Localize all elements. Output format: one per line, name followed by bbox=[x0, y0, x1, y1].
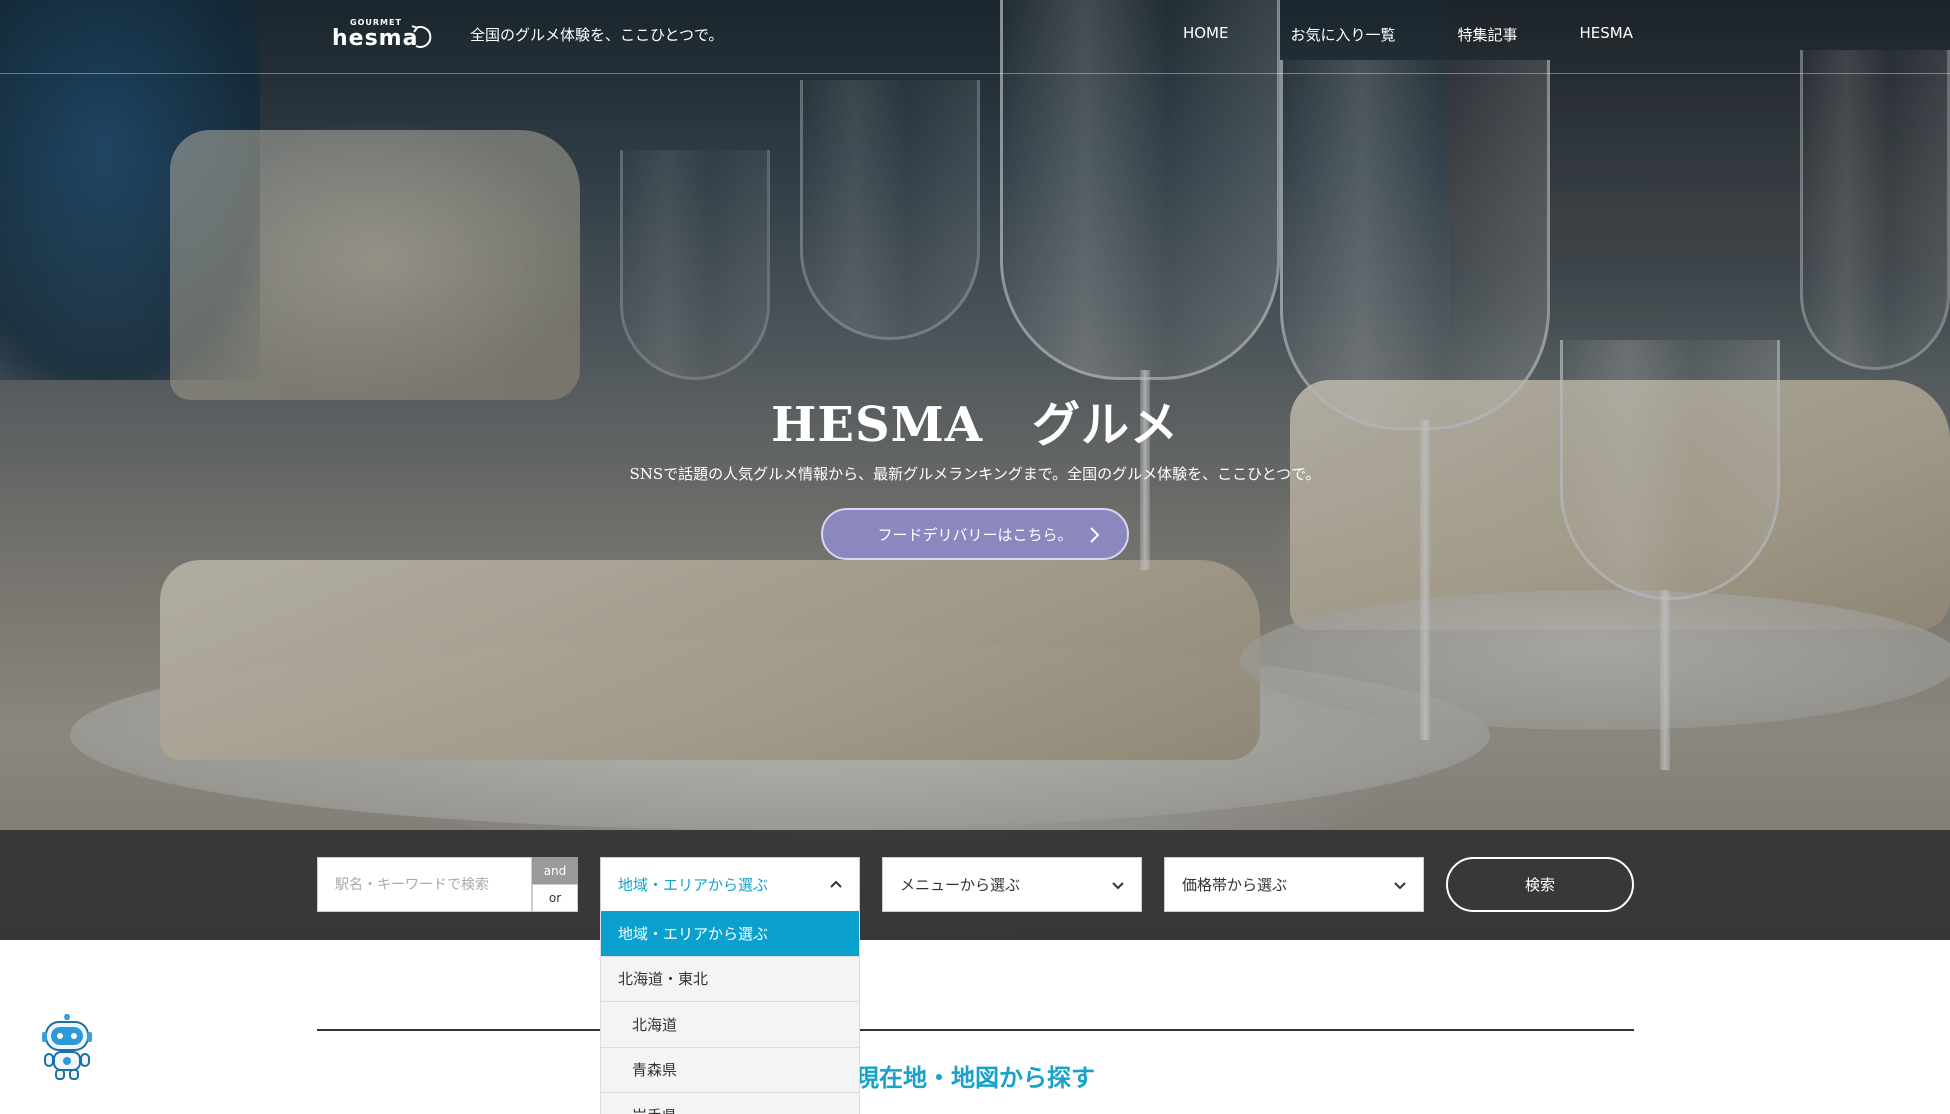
food-delivery-button[interactable]: フードデリバリーはこちら。 bbox=[821, 508, 1129, 560]
dropdown-option[interactable]: 青森県 bbox=[601, 1048, 859, 1093]
hero-title: HESMA グルメ bbox=[771, 397, 1179, 453]
nav-favorites[interactable]: お気に入り一覧 bbox=[1290, 24, 1395, 45]
dropdown-option[interactable]: 地域・エリアから選ぶ bbox=[601, 911, 859, 957]
chevron-up-icon bbox=[830, 880, 842, 888]
section-divider bbox=[317, 1029, 1634, 1031]
hesma-logo[interactable]: GOURMET hesma bbox=[332, 18, 440, 52]
dropdown-option[interactable]: 北海道・東北 bbox=[601, 957, 859, 1002]
site-header: GOURMET hesma 全国のグルメ体験を、ここひとつで。 HOME お気に… bbox=[0, 0, 1950, 74]
header-tagline: 全国のグルメ体験を、ここひとつで。 bbox=[470, 26, 724, 44]
section-title: 現在地・地図から探す bbox=[855, 1064, 1095, 1092]
area-dropdown-list: 地域・エリアから選ぶ 北海道・東北 北海道 青森県 岩手県 bbox=[600, 911, 860, 1114]
hero-subtitle: SNSで話題の人気グルメ情報から、最新グルメランキングまで。全国のグルメ体験を、… bbox=[629, 465, 1321, 483]
and-option[interactable]: and bbox=[532, 857, 578, 884]
nav-features[interactable]: 特集記事 bbox=[1458, 24, 1518, 45]
dropdown-option[interactable]: 岩手県 bbox=[601, 1093, 859, 1114]
and-or-toggle: and or bbox=[532, 857, 578, 912]
chevron-down-icon bbox=[1394, 882, 1406, 890]
chevron-right-icon bbox=[1090, 527, 1100, 543]
or-option[interactable]: or bbox=[532, 884, 578, 912]
cta-label: フードデリバリーはこちら。 bbox=[877, 525, 1073, 544]
dropdown-option[interactable]: 北海道 bbox=[601, 1002, 859, 1048]
robot-assistant-icon[interactable] bbox=[40, 1014, 94, 1080]
price-select-value: 価格帯から選ぶ bbox=[1182, 876, 1288, 894]
price-select[interactable]: 価格帯から選ぶ bbox=[1164, 857, 1424, 912]
logo-swirl-icon bbox=[411, 25, 432, 48]
menu-select-value: メニューから選ぶ bbox=[900, 876, 1021, 894]
nav-home[interactable]: HOME bbox=[1183, 24, 1229, 45]
nav-hesma[interactable]: HESMA bbox=[1580, 24, 1633, 45]
area-select-value: 地域・エリアから選ぶ bbox=[618, 876, 769, 894]
search-button[interactable]: 検索 bbox=[1446, 857, 1634, 912]
logo-main-text: hesma bbox=[332, 26, 419, 51]
chevron-down-icon bbox=[1112, 882, 1124, 890]
area-select[interactable]: 地域・エリアから選ぶ bbox=[600, 857, 860, 912]
main-nav: HOME お気に入り一覧 特集記事 HESMA bbox=[1183, 24, 1633, 45]
menu-select[interactable]: メニューから選ぶ bbox=[882, 857, 1142, 912]
keyword-search-input[interactable] bbox=[317, 857, 532, 912]
